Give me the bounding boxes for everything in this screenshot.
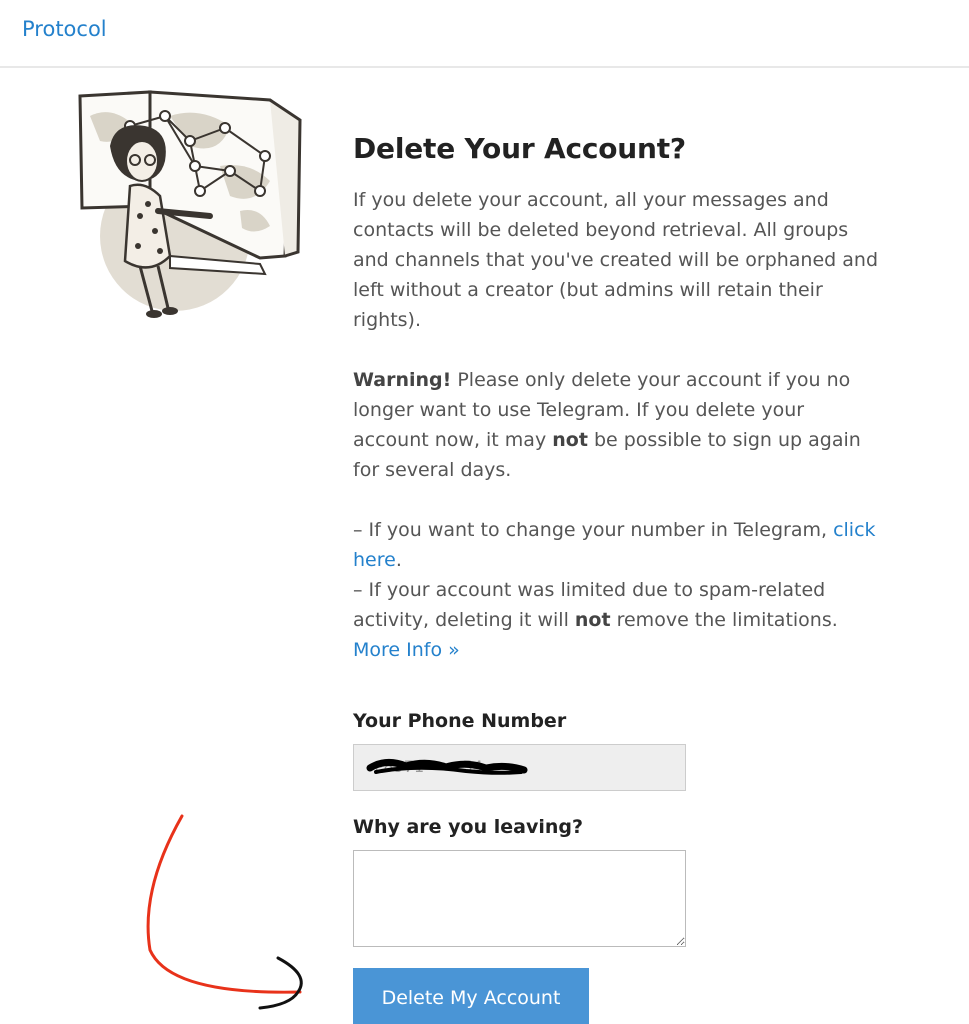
more-info-link[interactable]: More Info »: [353, 639, 460, 661]
leaving-reason-label: Why are you leaving?: [353, 816, 584, 838]
warning-label: Warning!: [353, 369, 452, 391]
redaction-scribble: [366, 759, 528, 775]
main-content: Delete Your Account? If you delete your …: [353, 132, 883, 665]
warning-paragraph: Warning! Please only delete your account…: [353, 369, 861, 481]
protocol-link[interactable]: Protocol: [22, 17, 107, 41]
woman-at-world-map-illustration: [78, 90, 302, 318]
phone-number-label: Your Phone Number: [353, 710, 567, 732]
top-bar: Protocol: [0, 0, 969, 68]
page-title: Delete Your Account?: [353, 132, 686, 165]
delete-account-button[interactable]: Delete My Account: [353, 968, 589, 1024]
notes-paragraph: – If you want to change your number in T…: [353, 519, 876, 661]
leaving-reason-textarea[interactable]: [353, 850, 686, 947]
annotation-arrow: [146, 814, 303, 1010]
intro-paragraph: If you delete your account, all your mes…: [353, 189, 879, 331]
